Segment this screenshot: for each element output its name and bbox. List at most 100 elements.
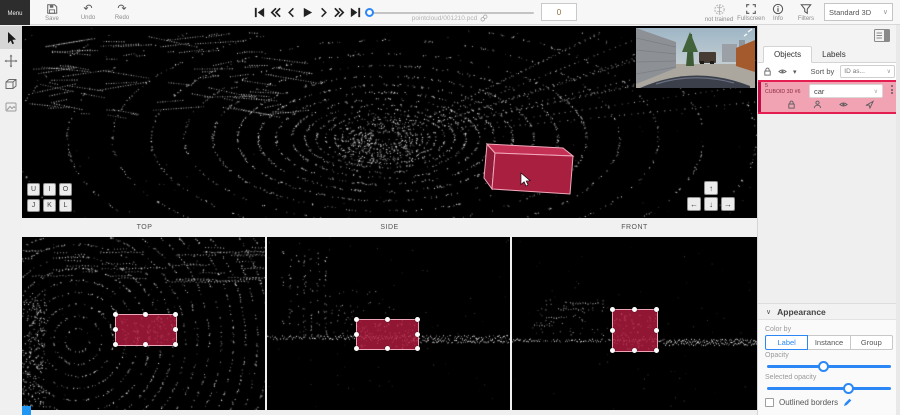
skip-first-button[interactable] <box>252 2 267 22</box>
cuboid-rect-top[interactable] <box>115 314 177 346</box>
sort-select[interactable]: ID as... ∨ <box>840 65 895 78</box>
mode-select-value: Standard 3D <box>829 8 883 17</box>
undo-icon: ↶ <box>83 4 92 14</box>
resize-handle[interactable] <box>632 307 637 312</box>
resize-handle[interactable] <box>173 312 178 317</box>
side-ortho-view[interactable] <box>267 237 510 410</box>
resize-handle[interactable] <box>143 342 148 347</box>
expand-all-icon[interactable]: ▾ <box>793 68 797 76</box>
color-by-instance-button[interactable]: Instance <box>807 335 850 350</box>
outlined-borders-checkbox[interactable] <box>765 398 774 407</box>
opacity-slider[interactable] <box>767 361 891 372</box>
hotkey-o-button[interactable]: O <box>59 183 72 196</box>
menu-button[interactable]: Menu <box>0 0 30 25</box>
select-tool-button[interactable] <box>0 26 22 49</box>
resize-handle[interactable] <box>415 332 420 337</box>
hotkey-u-button[interactable]: U <box>27 183 40 196</box>
resize-handle[interactable] <box>113 312 118 317</box>
resize-handle[interactable] <box>415 346 420 351</box>
resize-handle[interactable] <box>610 328 615 333</box>
selected-opacity-slider-thumb[interactable] <box>843 383 854 394</box>
arrow-right-button[interactable]: → <box>721 197 735 211</box>
front-ortho-view[interactable] <box>512 237 757 410</box>
fast-forward-button[interactable] <box>332 2 347 22</box>
arrow-down-button[interactable]: ↓ <box>704 197 718 211</box>
chevron-down-icon: ∨ <box>883 8 888 16</box>
resize-handle[interactable] <box>385 317 390 322</box>
undo-button[interactable]: ↶ Undo <box>72 1 104 24</box>
resize-handle[interactable] <box>385 346 390 351</box>
mouse-cursor <box>520 172 532 187</box>
arrow-left-button[interactable]: ← <box>687 197 701 211</box>
appearance-title: Appearance <box>777 307 826 317</box>
next-frame-button[interactable] <box>316 2 331 22</box>
arrow-up-button[interactable]: ↑ <box>704 181 718 195</box>
model-status-button[interactable]: not trained <box>701 1 737 24</box>
camera-thumbnail[interactable] <box>636 28 755 88</box>
visibility-all-icon[interactable] <box>778 67 787 76</box>
selected-cuboid-3d[interactable] <box>462 131 602 218</box>
resize-handle[interactable] <box>354 346 359 351</box>
hotkey-i-button[interactable]: I <box>43 183 56 196</box>
selected-opacity-slider[interactable] <box>767 383 891 394</box>
tab-labels[interactable]: Labels <box>812 47 856 62</box>
resize-handle[interactable] <box>610 348 615 353</box>
resize-handle[interactable] <box>354 332 359 337</box>
cuboid-rect-front[interactable] <box>612 309 658 352</box>
top-ortho-view[interactable] <box>22 237 265 410</box>
objects-toolbar: ▾ Sort by ID as... ∨ <box>758 63 900 80</box>
move-icon <box>4 54 18 68</box>
resize-handle[interactable] <box>610 307 615 312</box>
resize-handle[interactable] <box>654 348 659 353</box>
object-class-select[interactable]: car ∨ <box>809 84 883 98</box>
cuboid-tool-button[interactable] <box>0 72 22 95</box>
filters-button[interactable]: Filters <box>792 1 820 24</box>
frame-counter-input[interactable] <box>541 3 577 21</box>
object-card-car[interactable]: 5 CUBOID 3D #6 car ∨ <box>758 80 900 114</box>
sidebar-scrollbar[interactable] <box>896 25 900 415</box>
skip-last-button[interactable] <box>348 2 363 22</box>
collapse-panel-icon[interactable] <box>874 29 890 42</box>
locate-icon[interactable] <box>865 100 874 109</box>
resize-handle[interactable] <box>654 307 659 312</box>
resize-handle[interactable] <box>354 317 359 322</box>
edit-pencil-icon[interactable] <box>843 398 852 407</box>
resize-handle[interactable] <box>654 328 659 333</box>
mode-select[interactable]: Standard 3D ∨ <box>824 3 893 21</box>
hotkey-k-button[interactable]: K <box>43 199 56 212</box>
resize-handle[interactable] <box>632 348 637 353</box>
person-icon[interactable] <box>813 100 822 109</box>
prev-frame-button[interactable] <box>284 2 299 22</box>
info-button[interactable]: Info <box>765 1 791 24</box>
appearance-header[interactable]: ∨ Appearance <box>758 304 900 320</box>
fast-rewind-button[interactable] <box>268 2 283 22</box>
tab-objects[interactable]: Objects <box>763 46 812 63</box>
color-by-segment: Label Instance Group <box>765 335 893 350</box>
scene-tool-button[interactable] <box>0 95 22 118</box>
resize-handle[interactable] <box>173 327 178 332</box>
link-icon[interactable] <box>480 14 488 22</box>
color-by-group-button[interactable]: Group <box>850 335 893 350</box>
cuboid-rect-side[interactable] <box>356 319 419 350</box>
main-3d-view[interactable]: U I O J K L ↑ ← ↓ → <box>22 26 757 218</box>
pan-tool-button[interactable] <box>0 49 22 72</box>
resize-handle[interactable] <box>143 312 148 317</box>
lock-all-icon[interactable] <box>763 67 772 76</box>
play-button[interactable] <box>300 2 315 22</box>
visibility-icon[interactable] <box>839 100 848 109</box>
chevron-down-icon: ∨ <box>766 308 771 316</box>
object-menu-button[interactable] <box>888 83 896 94</box>
hotkey-l-button[interactable]: L <box>59 199 72 212</box>
resize-handle[interactable] <box>173 342 178 347</box>
brain-icon <box>713 3 726 16</box>
resize-handle[interactable] <box>113 327 118 332</box>
lock-icon[interactable] <box>787 100 796 109</box>
resize-handle[interactable] <box>113 342 118 347</box>
resize-handle[interactable] <box>415 317 420 322</box>
hotkey-j-button[interactable]: J <box>27 199 40 212</box>
save-button[interactable]: Save <box>36 1 68 24</box>
redo-button[interactable]: ↷ Redo <box>106 1 138 24</box>
color-by-label-button[interactable]: Label <box>765 335 808 350</box>
fullscreen-button[interactable]: Fullscreen <box>737 1 765 24</box>
opacity-slider-thumb[interactable] <box>818 361 829 372</box>
